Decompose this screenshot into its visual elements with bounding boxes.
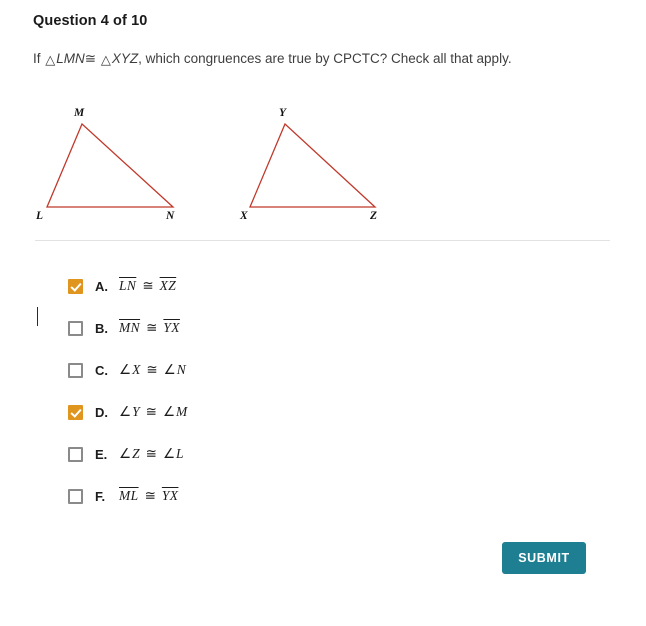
angle-icon: ∠ xyxy=(119,446,132,461)
checkbox-b[interactable] xyxy=(68,320,83,336)
question-prompt: If △LMN≅ △XYZ, which congruences are tru… xyxy=(33,49,563,69)
vertex-label-z: Z xyxy=(369,210,377,222)
option-row-c[interactable]: C. ∠ X ≅ ∠ N xyxy=(0,349,646,391)
congruent-icon: ≅ xyxy=(84,51,97,66)
option-row-e[interactable]: E. ∠ Z ≅ ∠ L xyxy=(0,433,646,475)
segment-right: YX xyxy=(163,320,180,335)
segment-left: LN xyxy=(119,278,137,293)
figures-container: L M N X Y Z xyxy=(0,100,646,225)
triangle-icon: △ xyxy=(100,52,111,67)
triangle-one-label: LMN xyxy=(56,51,85,66)
vertex-label-m: M xyxy=(73,107,85,119)
triangles-diagram: L M N X Y Z xyxy=(35,107,377,222)
congruent-icon: ≅ xyxy=(145,404,157,419)
option-row-f[interactable]: F. ML ≅ YX xyxy=(0,475,646,517)
option-letter: B. xyxy=(95,320,108,336)
prompt-suffix: , which congruences are true by CPCTC? C… xyxy=(138,51,512,66)
angle-icon: ∠ xyxy=(119,404,132,419)
option-row-d[interactable]: D. ∠ Y ≅ ∠ M xyxy=(0,391,646,433)
prompt-prefix: If xyxy=(33,51,41,66)
option-letter: D. xyxy=(95,404,108,420)
option-expression: MN ≅ YX xyxy=(119,320,180,336)
checkbox-e[interactable] xyxy=(68,446,83,462)
checkbox-c[interactable] xyxy=(68,362,83,378)
option-row-b[interactable]: B. MN ≅ YX xyxy=(0,307,646,349)
option-letter: A. xyxy=(95,278,108,294)
congruent-icon: ≅ xyxy=(142,278,154,293)
congruent-icon: ≅ xyxy=(146,320,158,335)
answer-options-list: A. LN ≅ XZ B. MN ≅ YX C. ∠ X ≅ ∠ N D. ∠ Y ≅ ∠ M E. ∠ Z ≅ ∠ L F. ML ≅… xyxy=(0,265,646,517)
option-expression: LN ≅ XZ xyxy=(119,278,176,294)
option-expression: ML ≅ YX xyxy=(119,488,178,504)
vertex-label-l: L xyxy=(35,210,43,222)
congruent-icon: ≅ xyxy=(146,362,158,377)
segment-left: ML xyxy=(119,488,139,503)
angle-right: L xyxy=(176,446,184,461)
triangle-lmn xyxy=(46,122,175,208)
angle-right: M xyxy=(176,404,188,419)
option-expression: ∠ Z ≅ ∠ L xyxy=(119,446,184,462)
vertex-label-y: Y xyxy=(279,107,287,119)
angle-icon: ∠ xyxy=(162,446,176,461)
page-title: Question 4 of 10 xyxy=(33,13,148,29)
segment-right: YX xyxy=(161,488,179,503)
angle-left: Y xyxy=(132,404,140,419)
congruent-icon: ≅ xyxy=(144,488,156,503)
segment-right: XZ xyxy=(159,278,177,293)
option-expression: ∠ X ≅ ∠ N xyxy=(119,362,186,378)
section-divider xyxy=(35,240,610,241)
checkbox-a[interactable] xyxy=(68,278,83,294)
triangle-two-label: XYZ xyxy=(111,51,139,66)
vertex-label-x: X xyxy=(239,210,248,222)
triangle-xyz xyxy=(249,122,377,208)
submit-button[interactable]: SUBMIT xyxy=(502,542,586,574)
option-row-a[interactable]: A. LN ≅ XZ xyxy=(0,265,646,307)
checkbox-d[interactable] xyxy=(68,404,83,420)
option-letter: F. xyxy=(95,488,106,504)
angle-icon: ∠ xyxy=(163,362,176,377)
angle-icon: ∠ xyxy=(162,404,176,419)
option-letter: C. xyxy=(95,362,108,378)
congruent-icon: ≅ xyxy=(145,446,157,461)
angle-icon: ∠ xyxy=(119,362,132,377)
segment-left: MN xyxy=(119,320,141,335)
angle-right: N xyxy=(176,362,186,377)
angle-left: X xyxy=(132,362,141,377)
option-expression: ∠ Y ≅ ∠ M xyxy=(119,404,187,420)
vertex-label-n: N xyxy=(165,210,175,222)
option-letter: E. xyxy=(95,446,108,462)
checkbox-f[interactable] xyxy=(68,488,83,504)
triangle-icon: △ xyxy=(45,52,56,67)
angle-left: Z xyxy=(132,446,140,461)
